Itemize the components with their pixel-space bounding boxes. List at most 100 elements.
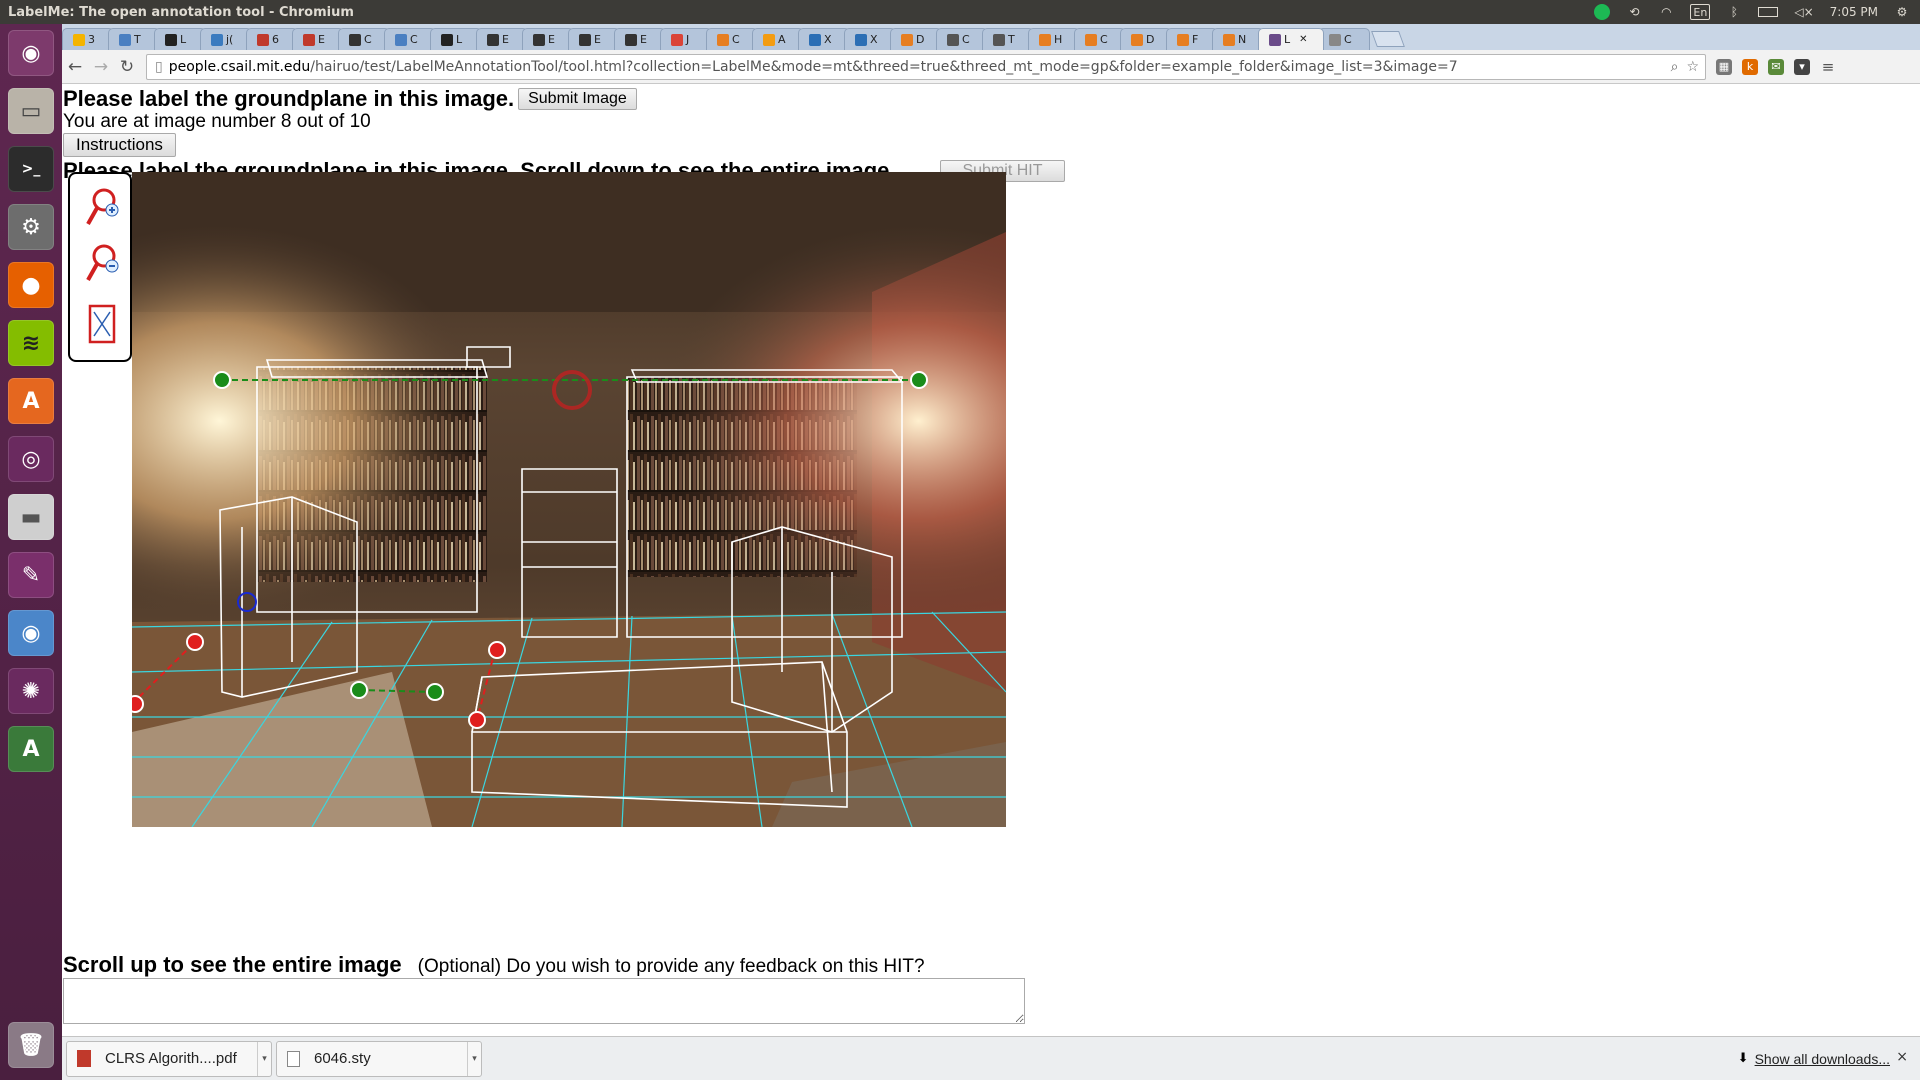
new-tab-button[interactable] bbox=[1371, 31, 1405, 47]
browser-tab[interactable]: H bbox=[1028, 28, 1080, 50]
bluetooth-icon[interactable]: ᛒ bbox=[1726, 4, 1742, 20]
chevron-down-icon[interactable]: ▾ bbox=[257, 1041, 271, 1076]
instructions-button[interactable]: Instructions bbox=[63, 133, 176, 157]
battery-icon[interactable] bbox=[1758, 7, 1779, 17]
tab-favicon-icon bbox=[487, 33, 499, 46]
browser-tab[interactable]: L bbox=[154, 28, 206, 50]
back-arrow-icon[interactable]: ← bbox=[62, 54, 88, 80]
browser-tab[interactable]: L bbox=[430, 28, 482, 50]
browser-tab[interactable]: E bbox=[476, 28, 528, 50]
terminal-icon[interactable]: >_ bbox=[8, 146, 54, 192]
files-icon[interactable]: ▭ bbox=[8, 88, 54, 134]
zoom-icon[interactable]: ⌕ bbox=[1671, 59, 1679, 75]
browser-tab[interactable]: E bbox=[522, 28, 574, 50]
ground-point-green-1[interactable] bbox=[350, 681, 368, 699]
dash-home-icon[interactable]: ◉ bbox=[8, 30, 54, 76]
close-icon[interactable]: × bbox=[1896, 1049, 1908, 1065]
spotify-indicator-icon[interactable] bbox=[1594, 4, 1611, 20]
address-bar[interactable]: ▯ people.csail.mit.edu/hairuo/test/Label… bbox=[146, 53, 1706, 80]
browser-tab[interactable]: j( bbox=[200, 28, 252, 50]
browser-tab[interactable]: C bbox=[338, 28, 390, 50]
browser-tab[interactable]: A bbox=[752, 28, 804, 50]
download-item-pdf[interactable]: CLRS Algorith....pdf ▾ bbox=[66, 1040, 272, 1077]
browser-tab[interactable]: 3 bbox=[62, 28, 114, 50]
ground-point-red-1[interactable] bbox=[186, 633, 204, 651]
browser-tab[interactable]: J bbox=[660, 28, 712, 50]
firefox-icon[interactable]: ● bbox=[8, 262, 54, 308]
editor-icon[interactable]: ✎ bbox=[8, 552, 54, 598]
tab-label: C bbox=[1344, 33, 1352, 46]
browser-tab[interactable]: D bbox=[890, 28, 942, 50]
volume-icon[interactable]: ◁× bbox=[1794, 4, 1813, 20]
browser-tab[interactable]: E bbox=[568, 28, 620, 50]
ground-point-red-4[interactable] bbox=[468, 711, 486, 729]
system-settings-icon[interactable]: ⚙ bbox=[8, 204, 54, 250]
chromium-icon[interactable]: ◉ bbox=[8, 610, 54, 656]
chevron-down-icon[interactable]: ▾ bbox=[467, 1041, 481, 1076]
browser-tab[interactable]: X bbox=[798, 28, 850, 50]
tab-label: C bbox=[962, 33, 970, 46]
browser-tab[interactable]: C bbox=[1318, 28, 1370, 50]
ground-point-green-2[interactable] bbox=[426, 683, 444, 701]
spotify-icon[interactable]: ≋ bbox=[8, 320, 54, 366]
browser-tab[interactable]: F bbox=[1166, 28, 1218, 50]
forward-arrow-icon[interactable]: → bbox=[88, 54, 114, 80]
extension-k-icon[interactable]: k bbox=[1742, 58, 1758, 75]
bookmark-star-icon[interactable]: ☆ bbox=[1686, 59, 1699, 75]
settings-gear-icon[interactable]: ⚙ bbox=[1894, 4, 1910, 20]
extension-puzzle-icon[interactable]: ▦ bbox=[1716, 58, 1732, 75]
software-updater-icon[interactable]: A bbox=[8, 726, 54, 772]
tab-label: D bbox=[916, 33, 925, 46]
tab-favicon-icon bbox=[579, 33, 591, 46]
tab-favicon-icon bbox=[901, 33, 913, 46]
ground-point-red-3[interactable] bbox=[488, 641, 506, 659]
keyboard-layout-indicator[interactable]: En bbox=[1690, 4, 1711, 20]
disk-icon[interactable]: ▬ bbox=[8, 494, 54, 540]
tab-favicon-icon bbox=[533, 33, 545, 46]
browser-tab[interactable]: C bbox=[706, 28, 758, 50]
sync-indicator-icon[interactable]: ⟲ bbox=[1626, 4, 1642, 20]
horizon-point-left[interactable] bbox=[213, 371, 231, 389]
reload-icon[interactable]: ↻ bbox=[114, 54, 140, 80]
wifi-icon[interactable]: ◠ bbox=[1658, 4, 1674, 20]
software-center-icon[interactable]: A bbox=[8, 378, 54, 424]
browser-tab[interactable]: T bbox=[982, 28, 1034, 50]
feedback-textarea[interactable] bbox=[63, 978, 1025, 1024]
submit-image-button[interactable]: Submit Image bbox=[518, 88, 637, 110]
tab-label: D bbox=[1146, 33, 1155, 46]
tab-label: j( bbox=[226, 33, 234, 46]
tab-favicon-icon bbox=[855, 33, 867, 46]
browser-tab[interactable]: E bbox=[292, 28, 344, 50]
download-item-sty[interactable]: 6046.sty ▾ bbox=[276, 1040, 482, 1077]
tab-favicon-icon bbox=[119, 33, 131, 46]
browser-tab[interactable]: T bbox=[108, 28, 160, 50]
clock[interactable]: 7:05 PM bbox=[1830, 4, 1878, 20]
panel-indicators: ⟲ ◠ En ᛒ ◁× 7:05 PM ⚙ bbox=[1594, 4, 1920, 20]
zoom-out-icon[interactable] bbox=[84, 242, 120, 286]
horizon-point-right[interactable] bbox=[910, 371, 928, 389]
show-all-downloads-link[interactable]: Show all downloads... bbox=[1755, 1051, 1890, 1067]
extension-pocket-icon[interactable]: ▾ bbox=[1794, 58, 1810, 75]
browser-tab[interactable]: 6 bbox=[246, 28, 298, 50]
browser-tab[interactable]: C bbox=[936, 28, 988, 50]
color-app-icon[interactable]: ◎ bbox=[8, 436, 54, 482]
ground-point-red-2[interactable] bbox=[132, 695, 144, 713]
tab-favicon-icon bbox=[809, 33, 821, 46]
download-item-name: CLRS Algorith....pdf bbox=[105, 1050, 237, 1067]
browser-tab[interactable]: X bbox=[844, 28, 896, 50]
annotation-image-canvas[interactable] bbox=[132, 172, 1006, 827]
zoom-in-icon[interactable] bbox=[84, 186, 120, 230]
browser-tab[interactable]: C bbox=[384, 28, 436, 50]
pinwheel-app-icon[interactable]: ✺ bbox=[8, 668, 54, 714]
browser-tab[interactable]: D bbox=[1120, 28, 1172, 50]
tab-close-icon[interactable]: ✕ bbox=[1299, 34, 1307, 45]
browser-tab[interactable]: E bbox=[614, 28, 666, 50]
browser-tab[interactable]: N bbox=[1212, 28, 1264, 50]
fit-to-screen-icon[interactable] bbox=[84, 302, 120, 346]
tab-favicon-icon bbox=[73, 33, 85, 46]
extension-mail-icon[interactable]: ✉ bbox=[1768, 58, 1784, 75]
browser-tab[interactable]: C bbox=[1074, 28, 1126, 50]
trash-icon[interactable]: 🗑 bbox=[8, 1022, 54, 1068]
chrome-menu-icon[interactable]: ≡ bbox=[1820, 58, 1836, 76]
browser-tab[interactable]: L ✕ bbox=[1258, 28, 1324, 50]
